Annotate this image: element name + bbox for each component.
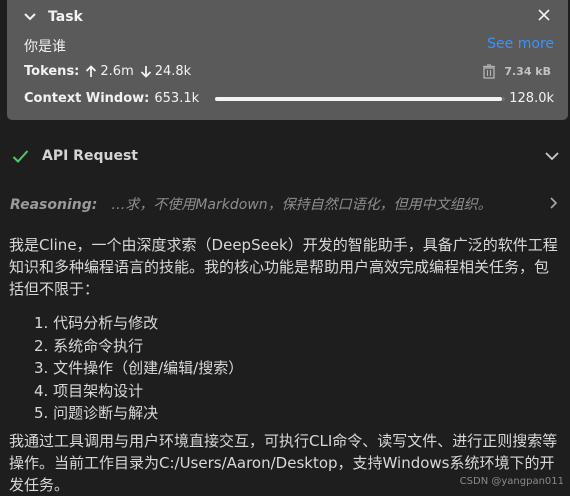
task-title: Task [48, 9, 83, 25]
list-item: 5. 问题诊断与解决 [34, 404, 159, 422]
task-panel: Task 你是谁 See more Tokens: 2.6m 24.8k 7.3… [7, 0, 568, 120]
reasoning-row[interactable]: Reasoning: …求，不使用Markdown，保持自然口语化，但用中文组织。 [10, 194, 492, 214]
context-progress-fill [215, 97, 503, 101]
chevron-down-icon[interactable] [544, 149, 560, 163]
response-intro: 我是Cline，一个由深度求索（DeepSeek）开发的智能助手，具备广泛的软件… [9, 236, 558, 298]
context-window-row: Context Window: 653.1k [24, 91, 199, 106]
task-text: 你是谁 [24, 39, 66, 55]
chevron-right-icon[interactable] [549, 196, 558, 210]
task-size: 7.34 kB [482, 64, 551, 79]
tokens-row: Tokens: 2.6m 24.8k [24, 64, 191, 79]
list-item: 2. 系统命令执行 [34, 336, 144, 355]
context-max-value: 128.0k [509, 91, 554, 106]
context-label: Context Window: [24, 91, 150, 106]
api-request-header[interactable]: API Request [12, 148, 138, 164]
chevron-down-icon[interactable] [21, 8, 39, 26]
watermark: CSDN @yangpan011 [459, 476, 564, 487]
task-size-value: 7.34 kB [504, 65, 551, 78]
context-progress-bar [215, 97, 505, 101]
tokens-up-value: 2.6m [100, 64, 134, 79]
task-header[interactable]: Task [21, 6, 83, 28]
context-used-value: 653.1k [154, 91, 200, 106]
arrow-up-icon [86, 65, 97, 77]
arrow-down-icon [140, 66, 151, 78]
list-item: 3. 文件操作（创建/编辑/搜索） [34, 359, 244, 377]
see-more-link[interactable]: See more [487, 36, 554, 52]
reasoning-label: Reasoning: [10, 197, 98, 213]
list-item: 4. 项目架构设计 [34, 381, 144, 400]
list-item: 1. 代码分析与修改 [34, 314, 159, 332]
close-icon[interactable] [536, 7, 552, 23]
reasoning-text: …求，不使用Markdown，保持自然口语化，但用中文组织。 [111, 197, 492, 213]
trash-icon[interactable] [482, 64, 496, 79]
tokens-label: Tokens: [24, 64, 80, 79]
tokens-down-value: 24.8k [154, 64, 192, 79]
api-request-title: API Request [42, 148, 138, 164]
capability-list: 1. 代码分析与修改 2. 系统命令执行 3. 文件操作（创建/编辑/搜索） 4… [34, 312, 243, 425]
checkmark-icon [12, 149, 29, 163]
